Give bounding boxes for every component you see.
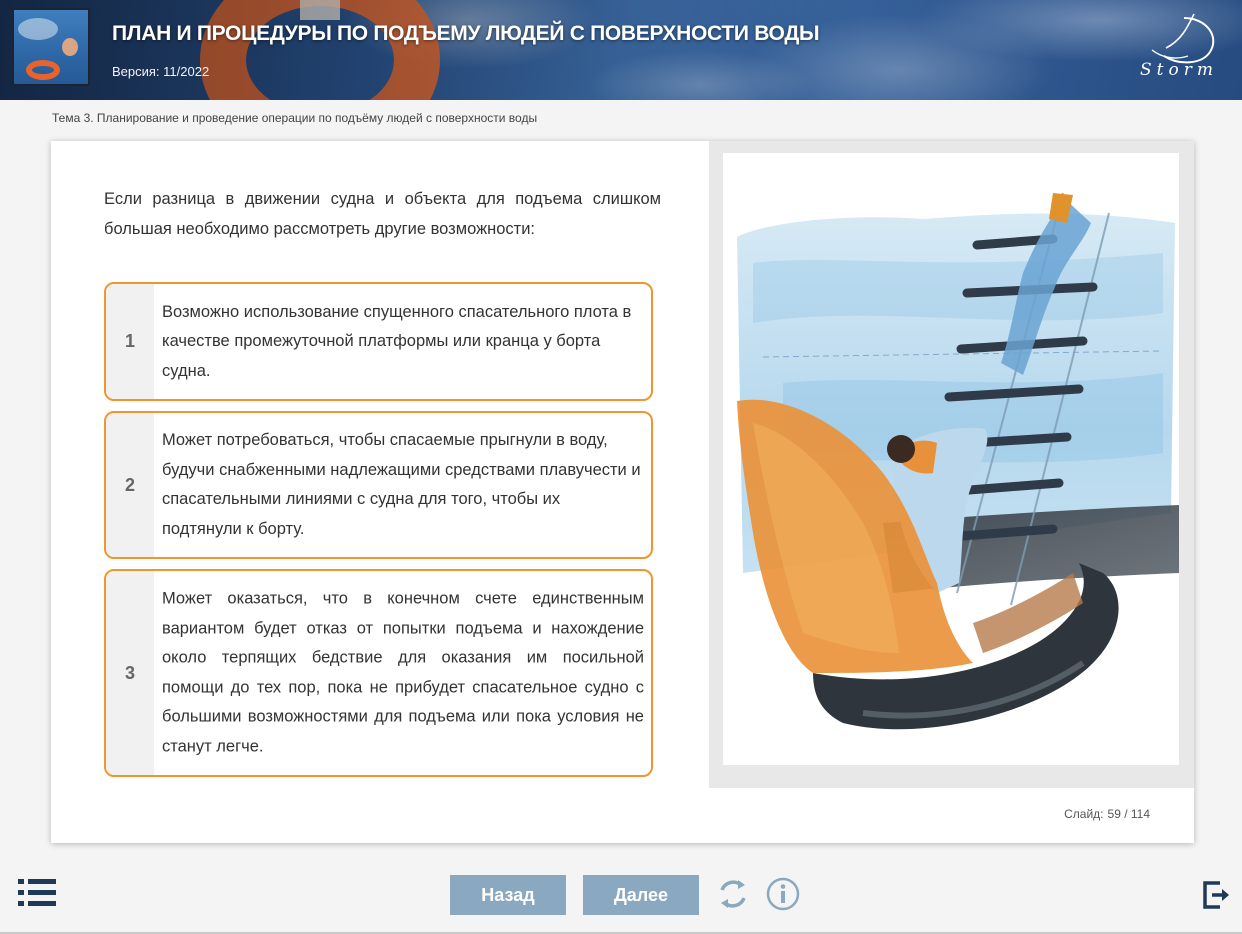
intro-text: Если разница в движении судна и объекта … [104, 190, 661, 238]
list-item: 1 Возможно использование спущенного спас… [104, 282, 653, 401]
header-banner: ПЛАН И ПРОЦЕДУРЫ ПО ПОДЪЕМУ ЛЮДЕЙ С ПОВЕ… [0, 0, 1242, 100]
logo-text: Storm [1140, 60, 1218, 80]
item-number: 2 [106, 413, 154, 557]
list-item: 3 Может оказаться, что в конечном счете … [104, 569, 653, 777]
slide-counter-value: 59 / 114 [1107, 807, 1150, 821]
breadcrumb: Тема 3. Планирование и проведение операц… [52, 111, 538, 125]
list-menu-icon[interactable] [18, 879, 56, 907]
reload-icon[interactable] [715, 876, 751, 912]
slide-content: Если разница в движении судна и объекта … [51, 141, 1194, 843]
version-label: Версия: 11/2022 [112, 64, 210, 79]
course-title: ПЛАН И ПРОЦЕДУРЫ ПО ПОДЪЕМУ ЛЮДЕЙ С ПОВЕ… [112, 22, 820, 45]
back-button[interactable]: Назад [450, 875, 566, 915]
rescue-illustration [723, 153, 1179, 765]
slide-counter: Слайд: 59 / 114 [1060, 807, 1150, 821]
info-icon[interactable] [765, 876, 801, 912]
item-text: Может потребоваться, чтобы спасаемые пры… [162, 431, 641, 538]
course-thumbnail [12, 8, 90, 86]
next-button[interactable]: Далее [583, 875, 699, 915]
list-item: 2 Может потребоваться, чтобы спасаемые п… [104, 411, 653, 559]
item-number: 1 [106, 284, 154, 399]
illustration-frame [709, 141, 1194, 788]
item-number: 3 [106, 571, 154, 775]
slide-counter-label: Слайд: [1064, 807, 1104, 821]
exit-icon[interactable] [1202, 880, 1232, 910]
item-text: Возможно использование спущенного спасат… [162, 302, 632, 380]
item-text: Может оказаться, что в конечном счете ед… [162, 589, 644, 756]
watercolor-rescue-image [737, 192, 1179, 765]
